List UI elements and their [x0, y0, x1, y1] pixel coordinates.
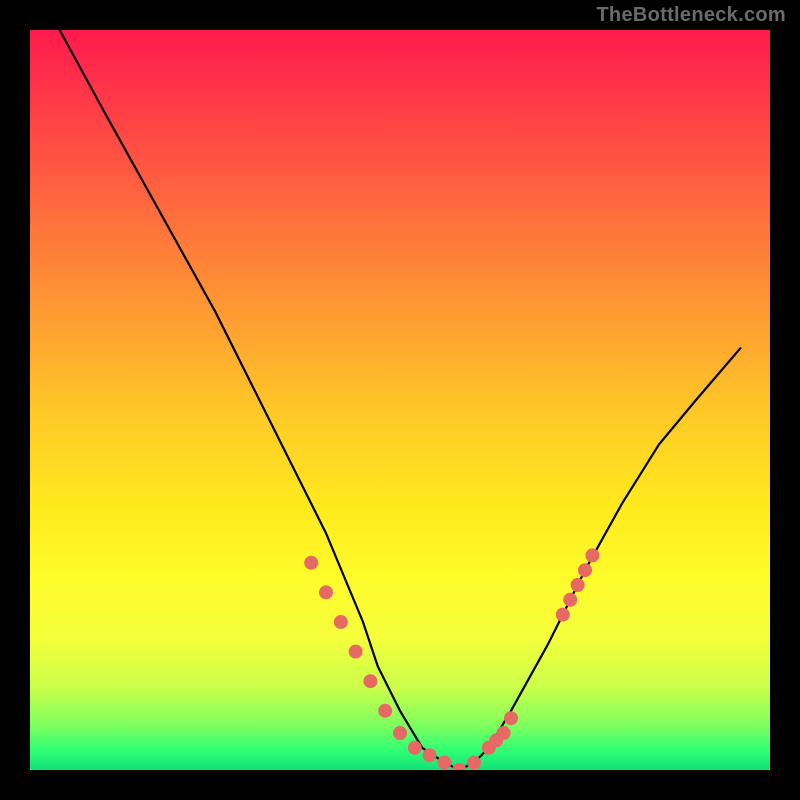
- highlight-dot: [378, 704, 392, 718]
- watermark-text: TheBottleneck.com: [596, 4, 786, 27]
- highlight-dot: [363, 674, 377, 688]
- highlight-dot: [334, 615, 348, 629]
- plot-area: [30, 30, 770, 770]
- highlight-dot: [571, 578, 585, 592]
- highlight-dot: [504, 711, 518, 725]
- highlight-dot: [437, 756, 451, 770]
- highlight-dot: [423, 748, 437, 762]
- highlight-dot: [467, 756, 481, 770]
- chart-svg: [30, 30, 770, 770]
- bottleneck-curve: [60, 30, 741, 770]
- frame: TheBottleneck.com: [0, 0, 800, 800]
- highlight-dot: [563, 593, 577, 607]
- highlight-dot: [393, 726, 407, 740]
- highlight-dot: [556, 608, 570, 622]
- highlight-dot: [578, 563, 592, 577]
- highlight-dot: [349, 645, 363, 659]
- highlight-dot: [408, 741, 422, 755]
- highlight-dot: [585, 548, 599, 562]
- highlighted-points-group: [304, 548, 599, 770]
- highlight-dot: [319, 585, 333, 599]
- highlight-dot: [452, 763, 466, 770]
- highlight-dot: [304, 556, 318, 570]
- highlight-dot: [497, 726, 511, 740]
